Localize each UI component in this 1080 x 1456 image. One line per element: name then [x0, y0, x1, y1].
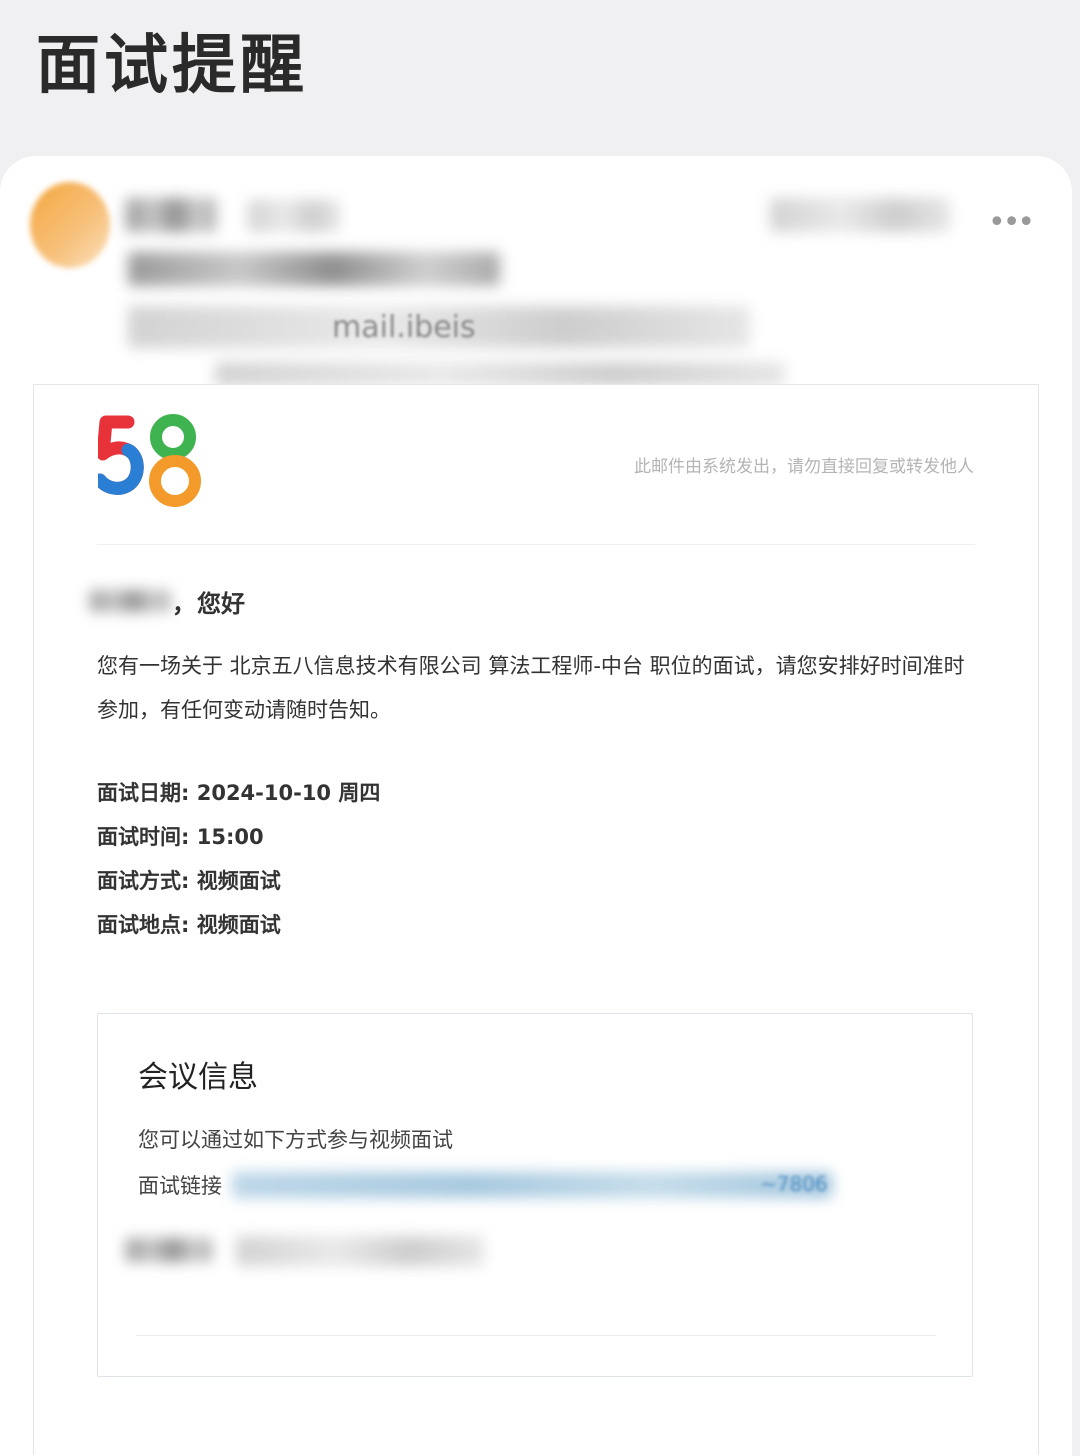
- recipient-redacted: [128, 252, 500, 286]
- meeting-title: 会议信息: [138, 1060, 258, 1095]
- more-dots-icon[interactable]: •••: [988, 205, 1035, 240]
- greeting-comma: ，: [172, 590, 196, 618]
- detail-time: 面试时间: 15:00: [97, 825, 264, 849]
- system-note: 此邮件由系统发出，请勿直接回复或转发他人: [634, 457, 974, 477]
- sender-avatar[interactable]: [30, 182, 110, 268]
- meeting-link-tail[interactable]: ~7806: [760, 1172, 828, 1196]
- divider: [97, 544, 975, 545]
- intro-text: 您有一场关于 北京五八信息技术有限公司 算法工程师-中台 职位的面试，请您安排好…: [97, 654, 965, 722]
- greeting: 您好: [197, 590, 245, 618]
- header-extra-redacted: [215, 362, 785, 386]
- sender-tag-redacted: [248, 200, 340, 232]
- sender-name-redacted: [126, 198, 216, 232]
- interview-details: 面试日期: 2024-10-10 周四 面试时间: 15:00 面试方式: 视频…: [97, 774, 380, 950]
- page-title: 面试提醒: [36, 29, 308, 103]
- meeting-link-label: 面试链接: [138, 1174, 222, 1198]
- detail-method: 面试方式: 视频面试: [97, 869, 281, 893]
- detail-date: 面试日期: 2024-10-10 周四: [97, 781, 381, 805]
- sender-email-partial: mail.ibeis: [332, 310, 476, 345]
- meeting-description: 您可以通过如下方式参与视频面试: [138, 1128, 453, 1152]
- divider: [136, 1335, 936, 1336]
- detail-location: 面试地点: 视频面试: [97, 913, 281, 937]
- meeting-extra-redacted-1: [126, 1238, 212, 1262]
- meeting-link-redacted[interactable]: [232, 1172, 832, 1198]
- 58-logo: [98, 414, 201, 507]
- mail-time-redacted: [770, 198, 950, 232]
- meeting-extra-redacted-2: [236, 1236, 484, 1266]
- recipient-name-redacted: [90, 590, 170, 612]
